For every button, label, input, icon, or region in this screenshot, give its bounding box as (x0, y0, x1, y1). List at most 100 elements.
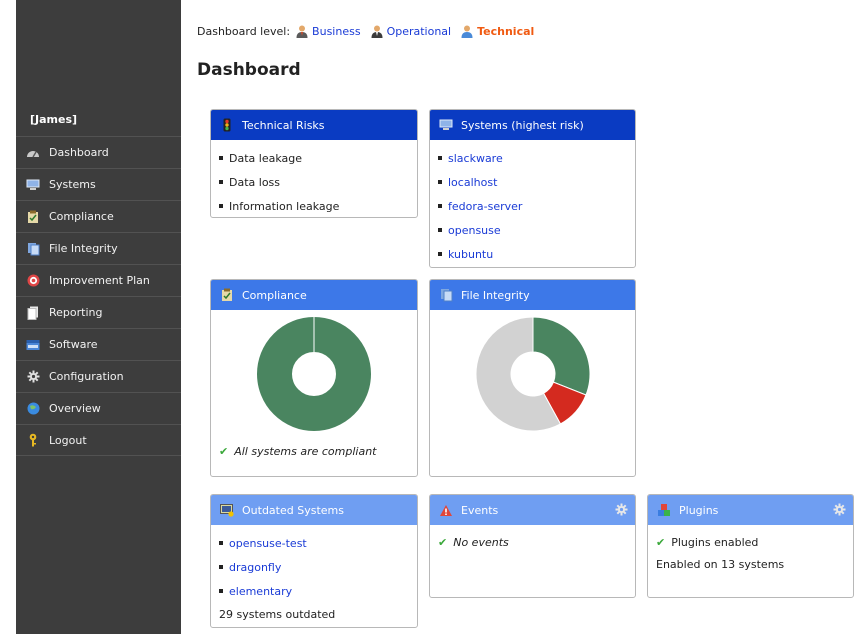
globe-icon (26, 402, 40, 416)
sidebar-item-configuration[interactable]: Configuration (16, 360, 181, 392)
sidebar-item-reporting[interactable]: Reporting (16, 296, 181, 328)
events-panel: Events ✔ No events (429, 494, 636, 598)
list-item: fedora-server (438, 194, 627, 218)
system-link-opensuse[interactable]: opensuse (448, 224, 501, 237)
person-icon (371, 25, 383, 38)
level-technical-link[interactable]: Technical (461, 25, 534, 38)
events-title: Events (461, 503, 499, 517)
sidebar-item-improvement-plan[interactable]: Improvement Plan (16, 264, 181, 296)
technical-risks-title: Technical Risks (242, 118, 325, 132)
events-settings-gear-icon[interactable] (615, 503, 628, 519)
technical-risks-header: Technical Risks (211, 110, 417, 140)
check-icon: ✔ (219, 444, 229, 458)
outdated-link-opensuse-test[interactable]: opensuse-test (229, 537, 307, 550)
person-icon (296, 25, 308, 38)
target-icon (26, 274, 40, 288)
systems-title: Systems (highest risk) (461, 118, 584, 132)
sidebar-item-label: Dashboard (49, 146, 109, 159)
sidebar-item-overview[interactable]: Overview (16, 392, 181, 424)
list-item: Data loss (219, 170, 409, 194)
compliance-status-text: All systems are compliant (234, 444, 377, 458)
list-item: dragonfly (219, 555, 409, 579)
person-icon (461, 25, 473, 38)
user-name: [James] (30, 113, 78, 126)
sidebar-item-logout[interactable]: Logout (16, 424, 181, 456)
file-integrity-donut-chart (475, 316, 590, 432)
plugins-icon (657, 503, 671, 517)
list-item: localhost (438, 170, 627, 194)
plugins-status: ✔ Plugins enabled (656, 531, 845, 553)
risk-label: Data leakage (229, 151, 302, 165)
compliance-status: ✔ All systems are compliant (219, 440, 409, 462)
dashboard-level-bar: Dashboard level: Business Operational Te… (197, 25, 544, 38)
list-item: elementary (219, 579, 409, 603)
sidebar-item-label: Improvement Plan (49, 274, 150, 287)
plugins-title: Plugins (679, 503, 719, 517)
level-business-link[interactable]: Business (296, 25, 361, 38)
systems-icon (439, 118, 453, 132)
sidebar-item-software[interactable]: Software (16, 328, 181, 360)
outdated-systems-panel: Outdated Systems opensuse-test dragonfly… (210, 494, 418, 628)
compliance-donut-chart (257, 317, 371, 431)
system-link-kubuntu[interactable]: kubuntu (448, 248, 493, 261)
sidebar-item-label: File Integrity (49, 242, 118, 255)
software-icon (26, 338, 40, 352)
dashboard-level-label: Dashboard level: (197, 25, 291, 38)
sidebar-item-file-integrity[interactable]: File Integrity (16, 232, 181, 264)
outdated-systems-title: Outdated Systems (242, 503, 344, 517)
sidebar: [James] Dashboard Systems Compliance Fil… (16, 0, 181, 634)
plugins-header: Plugins (648, 495, 853, 525)
sidebar-item-label: Compliance (49, 210, 114, 223)
file-integrity-header: File Integrity (430, 280, 635, 310)
compliance-icon (220, 288, 234, 302)
gear-icon (26, 370, 40, 384)
systems-panel: Systems (highest risk) slackware localho… (429, 109, 636, 268)
list-item: kubuntu (438, 242, 627, 266)
reporting-icon (26, 306, 40, 320)
sidebar-item-label: Configuration (49, 370, 124, 383)
system-link-localhost[interactable]: localhost (448, 176, 497, 189)
plugins-status-text: Plugins enabled (671, 535, 759, 549)
list-item: opensuse-test (219, 531, 409, 555)
compliance-title: Compliance (242, 288, 307, 302)
systems-header: Systems (highest risk) (430, 110, 635, 140)
outdated-system-icon (220, 503, 234, 517)
check-icon: ✔ (438, 535, 448, 549)
compliance-header: Compliance (211, 280, 417, 310)
list-item: Information leakage (219, 194, 409, 217)
list-item: Data leakage (219, 146, 409, 170)
events-status: ✔ No events (438, 531, 627, 553)
system-link-fedora-server[interactable]: fedora-server (448, 200, 522, 213)
file-integrity-icon (439, 288, 453, 302)
key-icon (26, 433, 40, 447)
compliance-icon (26, 210, 40, 224)
sidebar-item-compliance[interactable]: Compliance (16, 200, 181, 232)
list-item: slackware (438, 146, 627, 170)
outdated-link-elementary[interactable]: elementary (229, 585, 292, 598)
file-integrity-icon (26, 242, 40, 256)
check-icon: ✔ (656, 535, 666, 549)
file-integrity-panel: File Integrity (429, 279, 636, 477)
sidebar-item-label: Systems (49, 178, 96, 191)
risk-label: Information leakage (229, 199, 340, 213)
sidebar-item-label: Logout (49, 433, 87, 447)
plugins-settings-gear-icon[interactable] (833, 503, 846, 519)
sidebar-item-label: Reporting (49, 306, 103, 319)
sidebar-item-dashboard[interactable]: Dashboard (16, 136, 181, 168)
plugins-panel: Plugins ✔ Plugins enabled Enabled on 13 … (647, 494, 854, 598)
level-operational-link[interactable]: Operational (371, 25, 452, 38)
pie-slice-green (532, 316, 590, 396)
sidebar-item-systems[interactable]: Systems (16, 168, 181, 200)
outdated-systems-header: Outdated Systems (211, 495, 417, 525)
level-technical-label: Technical (477, 25, 535, 38)
level-business-label: Business (312, 25, 361, 38)
file-integrity-title: File Integrity (461, 288, 530, 302)
system-link-slackware[interactable]: slackware (448, 152, 503, 165)
outdated-link-dragonfly[interactable]: dragonfly (229, 561, 281, 574)
sidebar-nav: Dashboard Systems Compliance File Integr… (16, 136, 181, 456)
events-icon (439, 503, 453, 517)
compliance-panel: Compliance ✔ All systems are compliant (210, 279, 418, 477)
events-header: Events (430, 495, 635, 525)
level-operational-label: Operational (386, 25, 452, 38)
dashboard-icon (26, 146, 40, 160)
